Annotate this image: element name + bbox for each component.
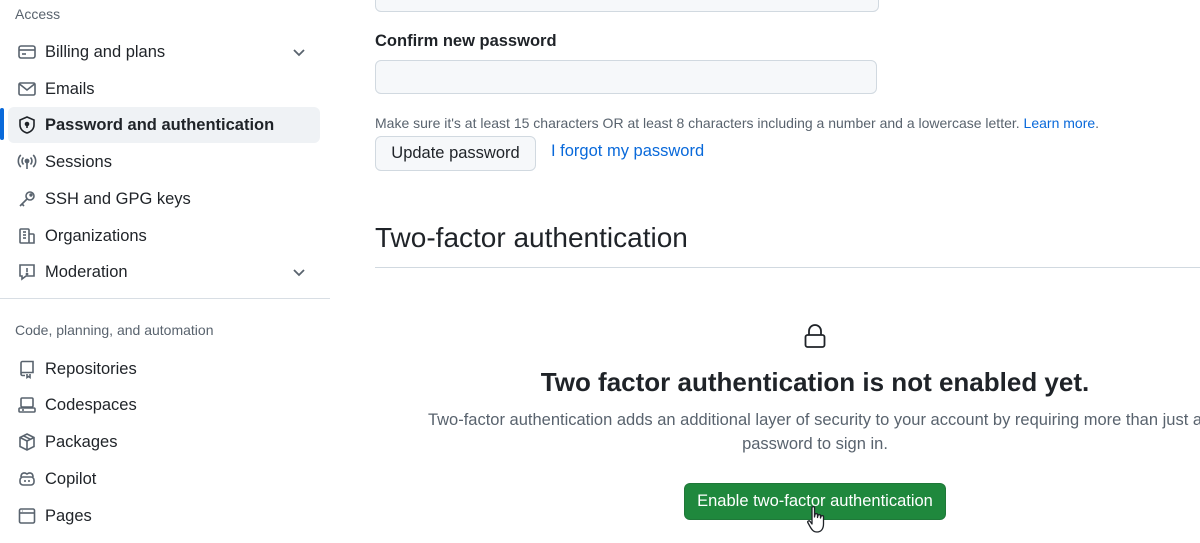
sidebar-item-label: Emails [45,79,95,98]
sidebar-item-ssh-gpg-keys[interactable]: SSH and GPG keys [8,181,320,217]
two-factor-heading: Two-factor authentication [375,222,688,253]
shield-lock-icon [16,114,38,136]
browser-icon [16,505,38,527]
sidebar-section-title-access: Access [15,6,61,22]
sidebar-item-label: Billing and plans [45,42,166,61]
password-hint-text: Make sure it's at least 15 characters OR… [375,115,1020,131]
sidebar-item-label: Repositories [45,359,137,378]
mail-icon [16,78,38,100]
settings-sidebar: Access Billing and plans Emails Password… [0,0,330,543]
sidebar-item-label: Pages [45,506,92,525]
update-password-button[interactable]: Update password [375,136,536,171]
sidebar-item-sessions[interactable]: Sessions [8,144,320,180]
sidebar-item-moderation[interactable]: Moderation [8,254,320,290]
lock-icon [804,324,826,348]
report-icon [16,261,38,283]
hint-period: . [1095,115,1100,131]
two-factor-not-enabled-title: Two factor authentication is not enabled… [540,367,1090,397]
repo-icon [16,358,38,380]
sidebar-item-repositories[interactable]: Repositories [8,351,320,387]
section-divider [375,267,1200,268]
confirm-password-label: Confirm new password [375,32,557,50]
sidebar-section-title-code: Code, planning, and automation [15,322,214,338]
copilot-icon [16,468,38,490]
sidebar-item-label: SSH and GPG keys [45,189,191,208]
hand-pointer-cursor-icon [807,506,825,533]
forgot-password-link[interactable]: I forgot my password [551,142,704,161]
sidebar-item-label: Sessions [45,152,112,171]
organization-icon [16,225,38,247]
password-hint: Make sure it's at least 15 characters OR… [375,115,1099,131]
broadcast-icon [16,151,38,173]
sidebar-item-emails[interactable]: Emails [8,71,320,107]
sidebar-item-password-authentication[interactable]: Password and authentication [8,107,320,143]
codespaces-icon [16,394,38,416]
two-factor-description: Two-factor authentication adds an additi… [427,411,1200,453]
chevron-down-icon[interactable] [290,43,308,61]
new-password-input[interactable] [375,0,879,12]
sidebar-item-codespaces[interactable]: Codespaces [8,387,320,423]
credit-card-icon [16,41,38,63]
sidebar-item-copilot[interactable]: Copilot [8,461,320,497]
sidebar-item-label: Codespaces [45,395,137,414]
confirm-password-input[interactable] [375,60,877,94]
sidebar-item-label: Organizations [45,226,147,245]
sidebar-item-billing[interactable]: Billing and plans [8,34,320,70]
active-indicator [0,108,4,140]
learn-more-link[interactable]: Learn more [1024,115,1096,131]
sidebar-item-label: Password and authentication [45,115,275,134]
package-icon [16,431,38,453]
key-icon [16,188,38,210]
sidebar-item-label: Packages [45,432,118,451]
chevron-down-icon[interactable] [290,263,308,281]
sidebar-item-packages[interactable]: Packages [8,424,320,460]
sidebar-item-pages[interactable]: Pages [8,498,320,534]
sidebar-item-organizations[interactable]: Organizations [8,218,320,254]
sidebar-item-label: Moderation [45,262,128,281]
sidebar-divider [0,298,330,299]
sidebar-item-label: Copilot [45,469,97,488]
